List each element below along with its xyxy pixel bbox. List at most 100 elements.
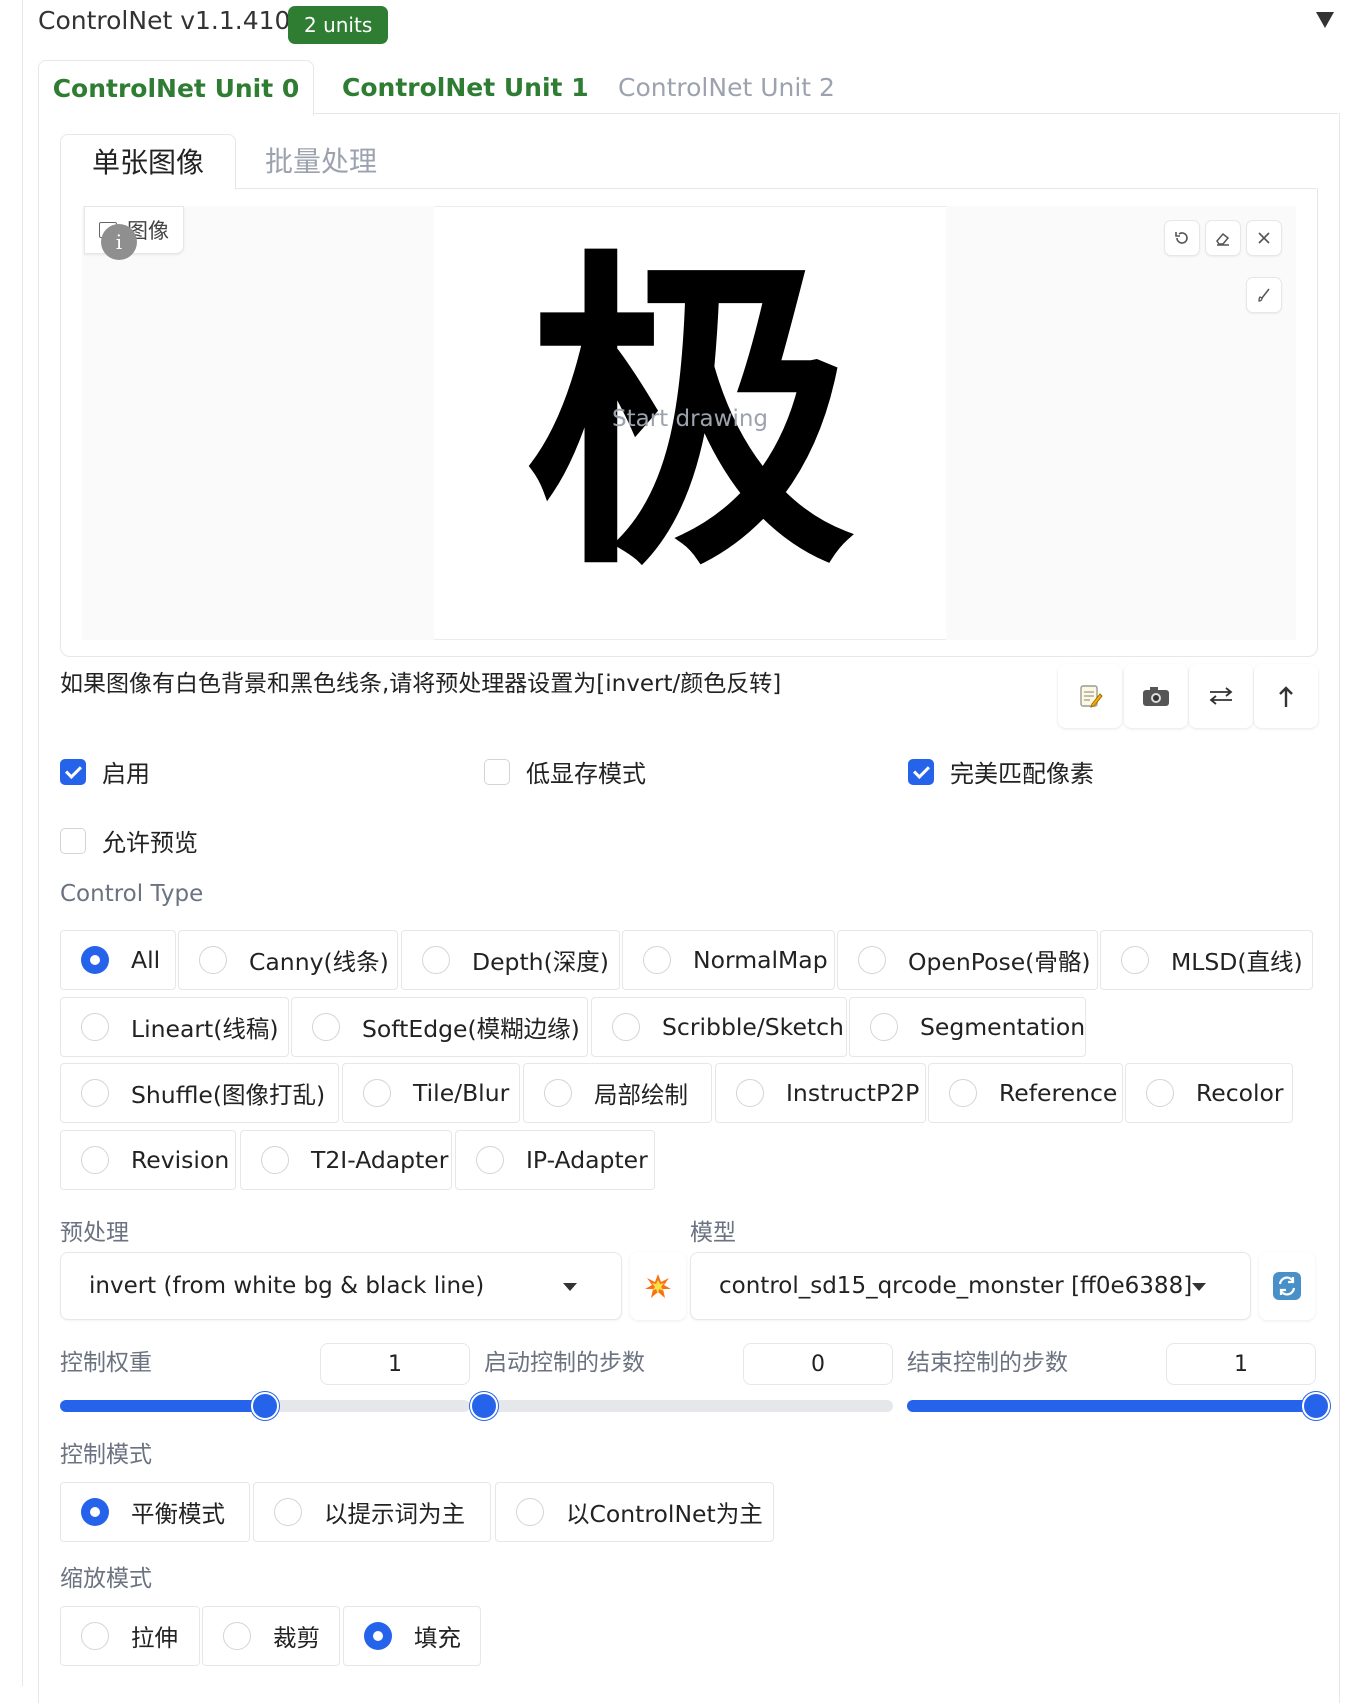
control-type-tile[interactable]: Tile/Blur	[342, 1063, 520, 1123]
control-type-depth[interactable]: Depth(深度)	[401, 930, 620, 990]
radio-lineart[interactable]	[81, 1013, 109, 1041]
allow-preview-checkbox[interactable]: 允许预览	[60, 823, 198, 858]
open-editor-button[interactable]	[1058, 664, 1122, 728]
control-mode-controlnet[interactable]: 以ControlNet为主	[495, 1482, 774, 1542]
accordion-title[interactable]: ControlNet v1.1.410	[38, 6, 290, 35]
radio-all[interactable]	[81, 946, 109, 974]
option-label: Tile/Blur	[413, 1079, 510, 1107]
weight-slider-thumb[interactable]	[251, 1392, 279, 1420]
control-type-reference[interactable]: Reference	[928, 1063, 1123, 1123]
resize-mode-stretch[interactable]: 拉伸	[60, 1606, 200, 1666]
tab-batch[interactable]: 批量处理	[265, 134, 377, 188]
resize-mode-crop[interactable]: 裁剪	[202, 1606, 340, 1666]
radio-revision[interactable]	[81, 1146, 109, 1174]
radio-prompt[interactable]	[274, 1498, 302, 1526]
model-dropdown[interactable]: control_sd15_qrcode_monster [ff0e6388]	[690, 1252, 1251, 1320]
eraser-button[interactable]	[1205, 220, 1241, 256]
allow-preview-checkbox-box[interactable]	[60, 827, 86, 854]
enable-checkbox[interactable]: 启用	[60, 754, 150, 789]
tab-controlnet-unit-1[interactable]: ControlNet Unit 1	[342, 60, 589, 114]
radio-scribble[interactable]	[612, 1013, 640, 1041]
control-type-mlsd[interactable]: MLSD(直线)	[1100, 930, 1313, 990]
preprocessor-dropdown[interactable]: invert (from white bg & black line)	[60, 1252, 622, 1320]
control-mode-prompt[interactable]: 以提示词为主	[253, 1482, 491, 1542]
end-step-slider-thumb[interactable]	[1302, 1392, 1330, 1420]
radio-controlnet[interactable]	[516, 1498, 544, 1526]
option-label: Recolor	[1196, 1079, 1284, 1107]
option-label: OpenPose(骨骼)	[908, 948, 1091, 976]
refresh-models-button[interactable]	[1259, 1252, 1315, 1320]
undo-button[interactable]	[1164, 220, 1200, 256]
run-preprocessor-button[interactable]	[630, 1252, 686, 1320]
mirror-button[interactable]	[1189, 664, 1253, 728]
radio-recolor[interactable]	[1146, 1079, 1174, 1107]
pixel-perfect-checkbox[interactable]: 完美匹配像素	[908, 754, 1094, 789]
option-label: 裁剪	[273, 1624, 320, 1652]
tab-controlnet-unit-0[interactable]: ControlNet Unit 0	[38, 60, 314, 116]
radio-crop[interactable]	[223, 1622, 251, 1650]
radio-reference[interactable]	[949, 1079, 977, 1107]
send-dimensions-button[interactable]	[1254, 664, 1318, 728]
control-type-recolor[interactable]: Recolor	[1125, 1063, 1293, 1123]
control-type-openpose[interactable]: OpenPose(骨骼)	[837, 930, 1098, 990]
radio-shuffle[interactable]	[81, 1079, 109, 1107]
low-vram-checkbox[interactable]: 低显存模式	[484, 754, 646, 789]
brush-icon	[1258, 288, 1270, 302]
tab-single-image[interactable]: 单张图像	[60, 134, 236, 190]
control-type-instructp2p[interactable]: InstructP2P	[715, 1063, 926, 1123]
option-label: Scribble/Sketch	[662, 1013, 844, 1041]
control-type-revision[interactable]: Revision	[60, 1130, 236, 1190]
start-step-slider[interactable]	[470, 1392, 893, 1420]
control-type-segmentation[interactable]: Segmentation	[849, 997, 1086, 1057]
resize-mode-fill[interactable]: 填充	[343, 1606, 481, 1666]
brush-button[interactable]	[1246, 277, 1282, 313]
collapse-arrow-icon[interactable]	[1316, 12, 1334, 28]
radio-fill[interactable]	[364, 1622, 392, 1650]
radio-openpose[interactable]	[858, 946, 886, 974]
radio-ip-adapter[interactable]	[476, 1146, 504, 1174]
radio-t2i-adapter[interactable]	[261, 1146, 289, 1174]
control-type-scribble[interactable]: Scribble/Sketch	[591, 997, 847, 1057]
pixel-perfect-checkbox-box[interactable]	[908, 758, 934, 785]
weight-slider[interactable]	[60, 1392, 470, 1420]
close-icon	[1258, 232, 1270, 244]
enable-checkbox-box[interactable]	[60, 758, 86, 785]
control-type-canny[interactable]: Canny(线条)	[178, 930, 398, 990]
end-step-input[interactable]: 1	[1166, 1343, 1316, 1385]
option-label: Segmentation	[920, 1013, 1086, 1041]
control-type-t2i-adapter[interactable]: T2I-Adapter	[240, 1130, 452, 1190]
info-icon[interactable]: i	[101, 224, 137, 260]
control-type-shuffle[interactable]: Shuffle(图像打乱)	[60, 1063, 339, 1123]
control-type-ip-adapter[interactable]: IP-Adapter	[455, 1130, 655, 1190]
control-type-lineart[interactable]: Lineart(线稿)	[60, 997, 289, 1057]
option-label: 平衡模式	[131, 1500, 225, 1528]
clear-button[interactable]	[1246, 220, 1282, 256]
eraser-icon	[1216, 232, 1230, 246]
radio-normalmap[interactable]	[643, 946, 671, 974]
radio-segmentation[interactable]	[870, 1013, 898, 1041]
radio-softedge[interactable]	[312, 1013, 340, 1041]
option-label: T2I-Adapter	[311, 1146, 449, 1174]
tab-controlnet-unit-2[interactable]: ControlNet Unit 2	[618, 60, 835, 114]
radio-balanced[interactable]	[81, 1498, 109, 1526]
control-type-normalmap[interactable]: NormalMap	[622, 930, 835, 990]
radio-canny[interactable]	[199, 946, 227, 974]
low-vram-checkbox-box[interactable]	[484, 758, 510, 785]
radio-tile[interactable]	[363, 1079, 391, 1107]
radio-depth[interactable]	[422, 946, 450, 974]
control-mode-balanced[interactable]: 平衡模式	[60, 1482, 250, 1542]
radio-mlsd[interactable]	[1121, 946, 1149, 974]
start-step-slider-thumb[interactable]	[470, 1392, 498, 1420]
radio-stretch[interactable]	[81, 1622, 109, 1650]
weight-input[interactable]: 1	[320, 1343, 470, 1385]
control-type-all[interactable]: All	[60, 930, 176, 990]
start-step-input[interactable]: 0	[743, 1343, 893, 1385]
end-step-slider[interactable]	[907, 1392, 1330, 1420]
memo-icon	[1080, 685, 1103, 708]
webcam-button[interactable]	[1124, 664, 1188, 728]
radio-inpaint[interactable]	[544, 1079, 572, 1107]
start-drawing-placeholder: Start drawing	[611, 406, 769, 432]
control-type-softedge[interactable]: SoftEdge(模糊边缘)	[291, 997, 588, 1057]
control-type-inpaint[interactable]: 局部绘制	[523, 1063, 712, 1123]
radio-instructp2p[interactable]	[736, 1079, 764, 1107]
